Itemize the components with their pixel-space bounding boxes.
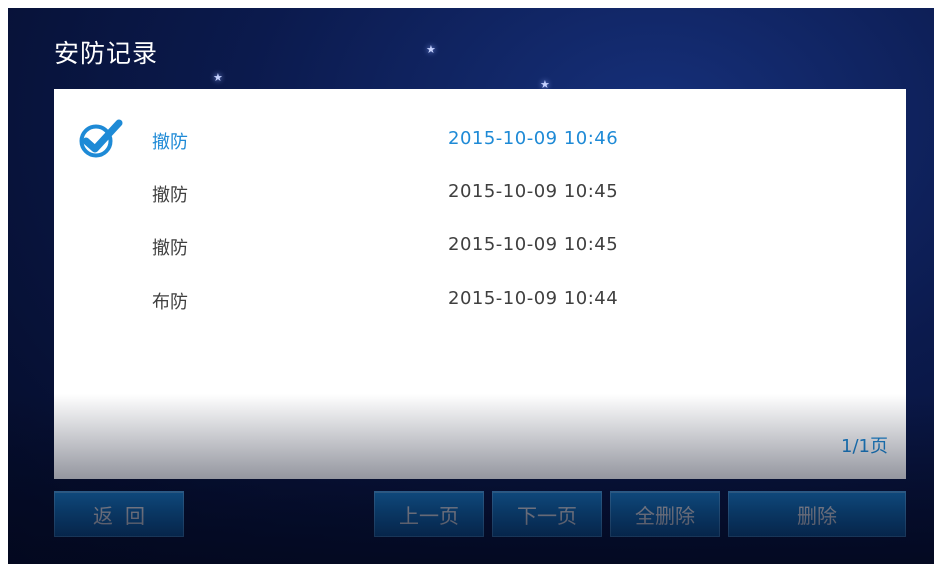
star-icon: ★	[426, 43, 436, 56]
delete-all-button[interactable]: 全删除	[610, 491, 720, 537]
record-list: 撤防 2015-10-09 10:46 撤防 2015-10-09 10:45 …	[54, 89, 906, 479]
record-type: 撤防	[152, 238, 188, 259]
record-row[interactable]: 布防 2015-10-09 10:44	[54, 274, 906, 324]
security-record-screen: ★ ★ ★ 安防记录 撤防 2015-10-09 10:46 撤防 2015-1…	[8, 8, 934, 564]
page-title: 安防记录	[54, 39, 159, 68]
back-button[interactable]: 返回	[54, 491, 184, 537]
page-indicator: 1/1页	[841, 436, 888, 457]
star-icon: ★	[213, 71, 223, 84]
record-time: 2015-10-09 10:45	[448, 234, 619, 255]
checkmark-circle-icon	[79, 119, 123, 158]
record-time: 2015-10-09 10:46	[448, 128, 619, 149]
record-type: 布防	[152, 292, 188, 313]
record-type: 撤防	[152, 132, 188, 153]
record-row[interactable]: 撤防 2015-10-09 10:45	[54, 220, 906, 270]
previous-page-button[interactable]: 上一页	[374, 491, 484, 537]
next-page-button[interactable]: 下一页	[492, 491, 602, 537]
record-time: 2015-10-09 10:45	[448, 181, 619, 202]
record-time: 2015-10-09 10:44	[448, 288, 619, 309]
delete-button[interactable]: 删除	[728, 491, 906, 537]
record-row[interactable]: 撤防 2015-10-09 10:45	[54, 167, 906, 217]
record-row[interactable]: 撤防 2015-10-09 10:46	[54, 114, 906, 164]
record-type: 撤防	[152, 185, 188, 206]
